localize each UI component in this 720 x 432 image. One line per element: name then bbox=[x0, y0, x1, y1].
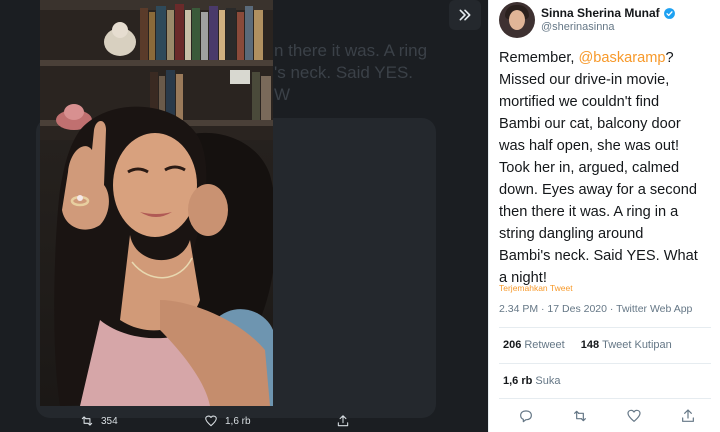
avatar[interactable] bbox=[499, 2, 535, 38]
tweet-text-line: Missed our drive-in movie, bbox=[499, 72, 670, 88]
tweet-text-line: Bambi's neck. Said YES. What bbox=[499, 248, 698, 264]
author-name-row: Sinna Sherina Munaf bbox=[541, 6, 676, 20]
retweet-button[interactable] bbox=[572, 408, 588, 424]
share-action[interactable] bbox=[336, 414, 357, 428]
mention-link[interactable]: @baskaramp bbox=[578, 50, 665, 66]
tweet-timestamp[interactable]: 2.34 PM · 17 Des 2020 · Twitter Web App bbox=[499, 303, 692, 315]
retweet-stat[interactable]: 206 Retweet bbox=[503, 339, 565, 351]
tweet-text-line: down. Eyes away for a second bbox=[499, 182, 697, 198]
author-name[interactable]: Sinna Sherina Munaf bbox=[541, 6, 660, 20]
like-button[interactable] bbox=[626, 408, 642, 424]
tweet-text-line: Remember, @baskaramp? bbox=[499, 47, 719, 69]
quote-stat-label: Tweet Kutipan bbox=[602, 339, 672, 351]
background-text-line: 's neck. Said YES. bbox=[274, 63, 414, 82]
tweet-author[interactable]: Sinna Sherina Munaf @sherinasinna bbox=[499, 2, 714, 40]
like-action[interactable]: 1,6 rb bbox=[204, 414, 251, 428]
media-action-bar: 354 1,6 rb bbox=[0, 410, 488, 432]
tweet-text-line: Took her in, argued, calmed bbox=[499, 160, 680, 176]
quote-stat-count: 148 bbox=[580, 339, 600, 351]
like-stat-count: 1,6 rb bbox=[503, 375, 533, 387]
tweet-stats: 206 Retweet 148 Tweet Kutipan bbox=[503, 339, 688, 351]
retweet-count: 354 bbox=[101, 415, 118, 427]
heart-icon bbox=[205, 415, 217, 427]
verified-badge-icon bbox=[663, 7, 675, 19]
reply-icon bbox=[520, 410, 532, 423]
background-text-line: W bbox=[274, 85, 291, 104]
quote-stat[interactable]: 148 Tweet Kutipan bbox=[581, 339, 672, 351]
tweet-text-fragment: Remember, bbox=[499, 50, 579, 66]
tweet-text-fragment: ? bbox=[665, 50, 674, 66]
divider bbox=[499, 398, 711, 399]
share-icon bbox=[337, 415, 349, 427]
share-button[interactable] bbox=[680, 408, 696, 424]
retweet-stat-label: Retweet bbox=[524, 339, 565, 351]
tweet-text-line: then there it was. A ring in a bbox=[499, 204, 679, 220]
tweet-action-bar bbox=[489, 406, 720, 428]
share-icon bbox=[682, 409, 694, 422]
tweet-text-line: mortified we couldn't find bbox=[499, 94, 660, 110]
author-handle[interactable]: @sherinasinna bbox=[541, 21, 615, 33]
media-viewer: n there it was. A ring 's neck. Said YES… bbox=[0, 0, 488, 432]
background-tweet-text: n there it was. A ring 's neck. Said YES… bbox=[274, 40, 427, 106]
like-count: 1,6 rb bbox=[225, 415, 251, 427]
tweet-photo bbox=[40, 0, 273, 406]
chevron-double-right-icon bbox=[459, 9, 471, 21]
retweet-stat-count: 206 bbox=[503, 339, 522, 351]
tweet-detail-panel: Sinna Sherina Munaf @sherinasinna Rememb… bbox=[488, 0, 720, 432]
tweet-text: Remember, @baskaramp? Missed our drive-i… bbox=[499, 47, 719, 289]
next-media-button[interactable] bbox=[449, 0, 481, 30]
heart-icon bbox=[627, 409, 641, 422]
reply-button[interactable] bbox=[518, 408, 534, 424]
divider bbox=[499, 327, 711, 328]
retweet-icon bbox=[81, 416, 93, 426]
background-text-line: n there it was. A ring bbox=[274, 41, 428, 60]
tweet-text-line: string dangling around bbox=[499, 226, 644, 242]
tweet-text-line: Bambi our cat, balcony door bbox=[499, 116, 681, 132]
translate-tweet-link[interactable]: Terjemahkan Tweet bbox=[499, 283, 573, 293]
retweet-icon bbox=[574, 410, 586, 422]
like-stat-label: Suka bbox=[535, 375, 561, 387]
retweet-action[interactable]: 354 bbox=[80, 414, 118, 428]
divider bbox=[499, 363, 711, 364]
like-stat[interactable]: 1,6 rb Suka bbox=[503, 375, 560, 387]
tweet-text-line: was half open, she was out! bbox=[499, 138, 680, 154]
